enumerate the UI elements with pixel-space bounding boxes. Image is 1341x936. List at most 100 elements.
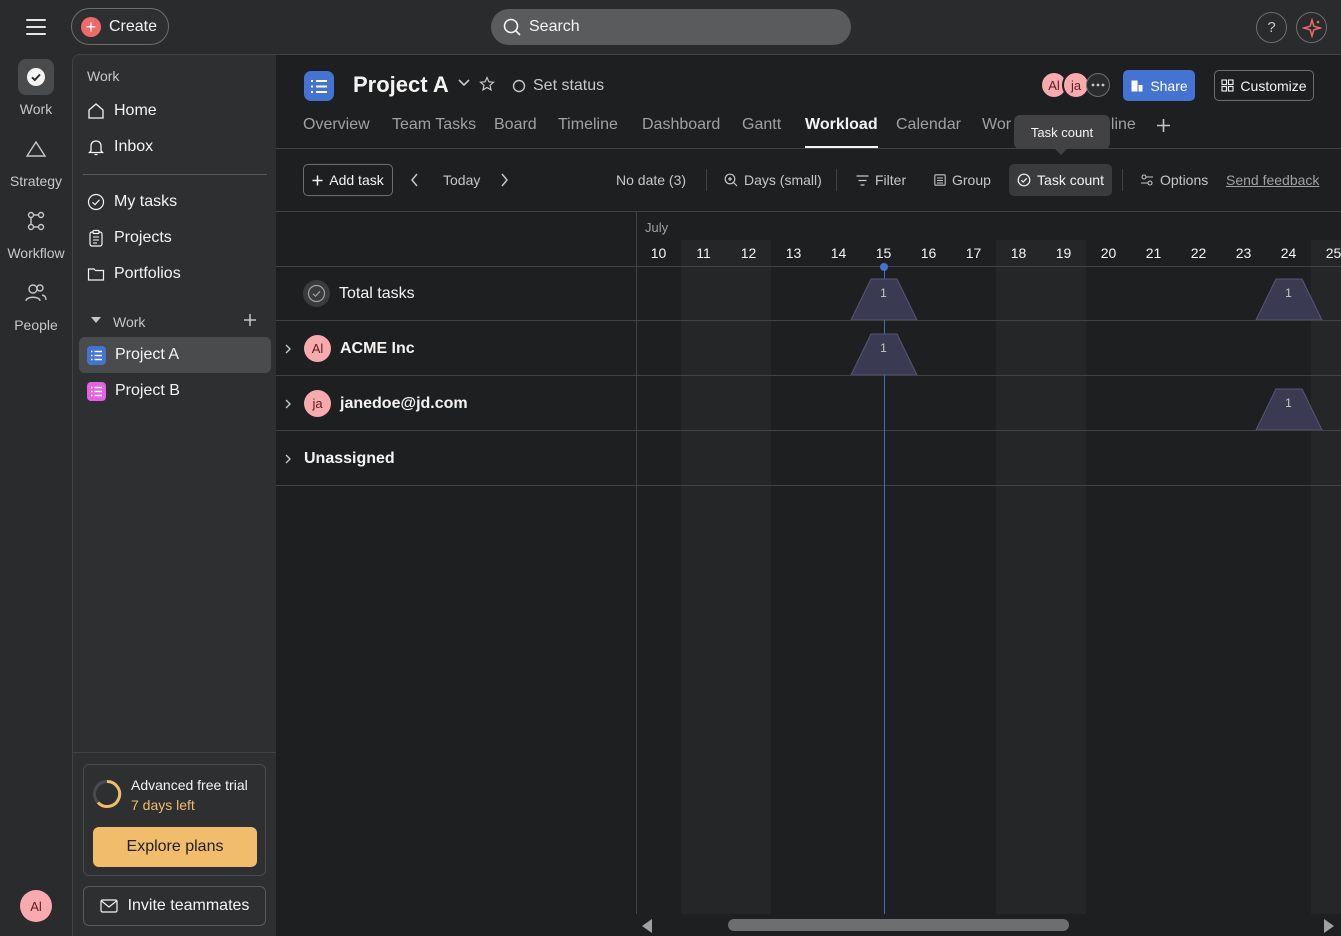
divider xyxy=(1122,169,1123,191)
project-list-icon[interactable] xyxy=(304,71,334,101)
scroll-right-icon[interactable] xyxy=(1324,919,1334,933)
scrollbar-thumb[interactable] xyxy=(728,919,1069,931)
row-label: Total tasks xyxy=(339,284,415,302)
tab-dashboard[interactable]: Dashboard xyxy=(642,116,720,148)
sidebar-item-label: Projects xyxy=(114,229,172,246)
chevron-right-icon[interactable] xyxy=(282,453,294,465)
building-icon xyxy=(1131,80,1143,91)
chevron-down-icon[interactable] xyxy=(458,79,470,87)
rail-label: Strategy xyxy=(9,173,63,189)
rail-item-workflow[interactable]: Workflow xyxy=(0,203,72,261)
help-icon: ? xyxy=(1267,19,1276,36)
share-button[interactable]: Share xyxy=(1123,70,1195,101)
tab-overview[interactable]: Overview xyxy=(303,116,370,148)
folder-icon xyxy=(87,268,105,281)
options-button[interactable]: Options xyxy=(1140,164,1208,196)
zoom-days-button[interactable]: Days (small) xyxy=(724,164,822,196)
send-feedback-link[interactable]: Send feedback xyxy=(1226,164,1319,196)
check-circle-icon xyxy=(1017,173,1031,187)
row-janedoe[interactable]: ja janedoe@jd.com xyxy=(276,376,636,431)
search-placeholder: Search xyxy=(529,18,580,35)
row-label: janedoe@jd.com xyxy=(340,394,468,412)
tab-timeline[interactable]: Timeline xyxy=(558,116,618,148)
grid-icon xyxy=(1221,79,1234,92)
sidebar-item-home[interactable]: Home xyxy=(79,93,271,129)
sidebar-item-project-a[interactable]: Project A xyxy=(79,337,271,373)
bar-count-label: 1 xyxy=(1285,396,1292,410)
explore-plans-button[interactable]: Explore plans xyxy=(93,827,257,867)
customize-button[interactable]: Customize xyxy=(1214,70,1314,101)
sidebar-item-projects[interactable]: Projects xyxy=(79,220,271,256)
divider xyxy=(636,212,637,936)
tab-board[interactable]: Board xyxy=(494,116,537,148)
people-icon xyxy=(18,275,54,311)
clipboard-icon xyxy=(89,229,103,247)
today-button[interactable]: Today xyxy=(443,164,480,196)
star-icon[interactable] xyxy=(479,76,495,92)
rail-label: Work xyxy=(19,101,53,117)
filter-icon xyxy=(856,174,869,186)
chevron-right-icon[interactable] xyxy=(500,164,509,196)
rail-item-strategy[interactable]: Strategy xyxy=(0,131,72,189)
caret-down-icon[interactable] xyxy=(91,317,101,325)
sidebar: Work Home Inbox My tasks Projects Portfo… xyxy=(72,54,277,936)
avatar-initials: ja xyxy=(1070,77,1082,93)
chevron-left-icon[interactable] xyxy=(410,164,419,196)
day-label: 23 xyxy=(1235,245,1252,261)
rail-label: Workflow xyxy=(7,245,65,261)
no-date-button[interactable]: No date (3) xyxy=(616,164,686,196)
tab-team-tasks[interactable]: Team Tasks xyxy=(392,116,476,148)
tab-gantt[interactable]: Gantt xyxy=(742,116,781,148)
more-horizontal-icon xyxy=(1091,83,1105,87)
project-title[interactable]: Project A xyxy=(353,72,449,98)
sidebar-item-portfolios[interactable]: Portfolios xyxy=(79,256,271,292)
tab-workflow[interactable]: Wor xyxy=(982,116,1011,148)
sidebar-item-project-b[interactable]: Project B xyxy=(79,373,271,409)
avatar: ja xyxy=(304,390,331,417)
rail-item-people[interactable]: People xyxy=(0,275,72,333)
group-button[interactable]: Group xyxy=(934,164,991,196)
add-project-icon[interactable] xyxy=(243,313,257,327)
team-header[interactable]: Work xyxy=(113,314,145,330)
user-avatar[interactable]: Al xyxy=(20,890,52,922)
menu-icon[interactable] xyxy=(20,14,52,40)
scroll-left-icon[interactable] xyxy=(642,919,652,933)
sidebar-item-my-tasks[interactable]: My tasks xyxy=(79,184,271,220)
task-count-label: Task count xyxy=(1037,172,1104,188)
tab-workload[interactable]: Workload xyxy=(805,116,878,148)
more-members-button[interactable] xyxy=(1086,73,1110,97)
day-label: 19 xyxy=(1055,245,1072,261)
rail-label: People xyxy=(14,317,58,333)
day-label: 12 xyxy=(740,245,757,261)
filter-button[interactable]: Filter xyxy=(856,164,906,196)
avatar: Al xyxy=(304,335,331,362)
divider xyxy=(276,430,636,431)
row-divider xyxy=(636,430,1341,431)
avatar-initials: Al xyxy=(1048,77,1060,93)
task-count-button[interactable]: Task count xyxy=(1009,164,1112,196)
tab-calendar[interactable]: Calendar xyxy=(896,116,961,148)
set-status-button[interactable]: Set status xyxy=(512,77,604,95)
rail-item-work[interactable]: Work xyxy=(0,59,72,117)
invite-label: Invite teammates xyxy=(127,897,250,914)
sidebar-item-label: My tasks xyxy=(114,193,178,210)
invite-teammates-button[interactable]: Invite teammates xyxy=(83,886,266,926)
options-icon xyxy=(1141,174,1153,186)
status-circle-icon xyxy=(512,79,526,93)
ai-sparkle-button[interactable] xyxy=(1296,12,1327,43)
customize-label: Customize xyxy=(1240,77,1307,94)
row-acme-inc[interactable]: Al ACME Inc xyxy=(276,321,636,376)
chevron-right-icon[interactable] xyxy=(282,398,294,410)
sidebar-item-inbox[interactable]: Inbox xyxy=(79,129,271,165)
horizontal-scrollbar[interactable] xyxy=(636,914,1341,936)
help-button[interactable]: ? xyxy=(1256,12,1287,43)
row-unassigned[interactable]: Unassigned xyxy=(276,431,636,486)
add-tab-icon[interactable] xyxy=(1156,118,1171,133)
add-task-button[interactable]: Add task xyxy=(303,164,393,196)
tooltip: Task count xyxy=(1014,115,1110,155)
filter-label: Filter xyxy=(875,172,907,188)
chevron-right-icon[interactable] xyxy=(282,343,294,355)
create-button[interactable]: + Create xyxy=(71,8,169,45)
sidebar-item-label: Project B xyxy=(115,382,180,399)
search-input[interactable]: Search xyxy=(491,9,851,45)
